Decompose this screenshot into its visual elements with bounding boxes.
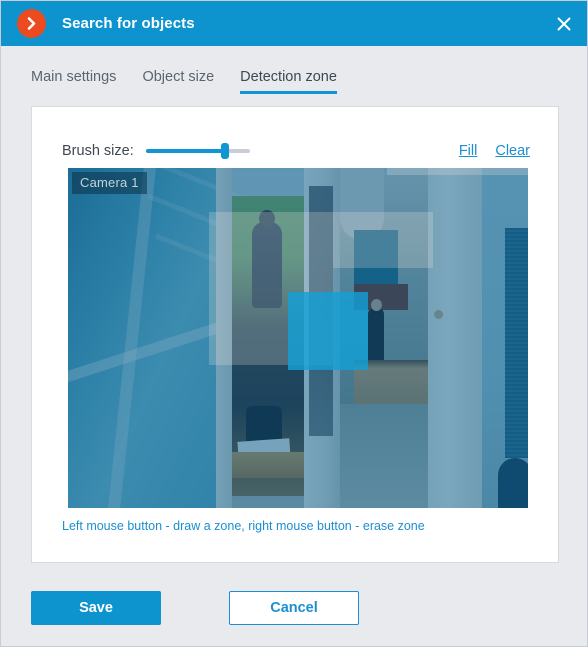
wall-panel bbox=[505, 228, 528, 458]
slider-thumb[interactable] bbox=[220, 143, 229, 159]
chevron-right-circle-icon bbox=[17, 9, 46, 38]
zone-actions: Fill Clear bbox=[459, 139, 530, 163]
corridor-chair bbox=[498, 458, 528, 508]
slider-fill bbox=[145, 149, 225, 153]
door-frame bbox=[216, 168, 232, 508]
detection-zone-panel: Brush size: Fill Clear Camera 1 Left mou… bbox=[31, 106, 559, 563]
door-handle bbox=[434, 310, 443, 319]
dialog-title: Search for objects bbox=[62, 15, 195, 32]
search-for-objects-dialog: Search for objects Main settings Object … bbox=[0, 0, 588, 647]
tab-main-settings[interactable]: Main settings bbox=[31, 69, 116, 94]
seated-person bbox=[252, 210, 282, 308]
close-icon[interactable] bbox=[541, 1, 587, 46]
standing-person bbox=[368, 299, 384, 364]
dialog-titlebar: Search for objects bbox=[1, 1, 587, 46]
glass-partition bbox=[68, 168, 261, 508]
scene-objects bbox=[68, 168, 528, 508]
camera-name-label: Camera 1 bbox=[72, 172, 147, 194]
clear-link[interactable]: Clear bbox=[495, 143, 530, 159]
cabinet bbox=[354, 230, 398, 286]
cancel-button[interactable]: Cancel bbox=[229, 591, 359, 625]
tab-detection-zone[interactable]: Detection zone bbox=[240, 69, 337, 94]
zone-hint-text: Left mouse button - draw a zone, right m… bbox=[62, 519, 425, 533]
white-door bbox=[428, 168, 482, 508]
cardboard-box bbox=[354, 360, 428, 406]
desk bbox=[232, 452, 304, 478]
inner-office-room bbox=[232, 196, 304, 496]
brush-size-label: Brush size: bbox=[62, 143, 134, 159]
brush-size-slider[interactable] bbox=[145, 142, 250, 160]
save-button[interactable]: Save bbox=[31, 591, 161, 625]
corridor-floor bbox=[340, 404, 440, 508]
dialog-footer: Save Cancel bbox=[31, 591, 359, 625]
camera-preview[interactable]: Camera 1 bbox=[68, 168, 528, 508]
tab-object-size[interactable]: Object size bbox=[142, 69, 214, 94]
door-glass bbox=[309, 186, 333, 436]
dialog-tabs: Main settings Object size Detection zone bbox=[1, 46, 587, 94]
fill-link[interactable]: Fill bbox=[459, 143, 478, 159]
